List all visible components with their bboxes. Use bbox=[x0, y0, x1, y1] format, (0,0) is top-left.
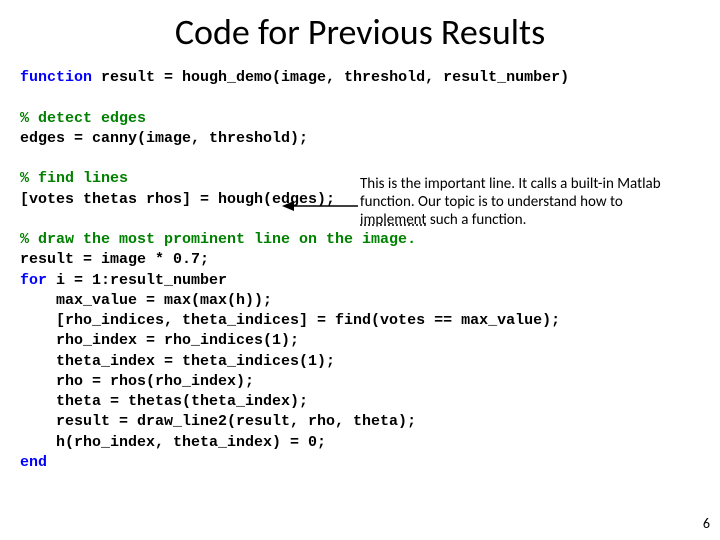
comment-find-lines: % find lines bbox=[20, 170, 128, 187]
code-line: rho = rhos(rho_index); bbox=[20, 373, 254, 390]
code-sig: result = hough_demo(image, threshold, re… bbox=[92, 69, 569, 86]
code-line: theta = thetas(theta_index); bbox=[20, 393, 308, 410]
comment-draw: % draw the most prominent line on the im… bbox=[20, 231, 416, 248]
code-line: result = image * 0.7; bbox=[20, 251, 209, 268]
code-line: [rho_indices, theta_indices] = find(vote… bbox=[20, 312, 560, 329]
code-line: theta_index = theta_indices(1); bbox=[20, 353, 335, 370]
arrow-icon bbox=[282, 199, 358, 213]
code-line: edges = canny(image, threshold); bbox=[20, 130, 308, 147]
code-line: max_value = max(max(h)); bbox=[20, 292, 272, 309]
annotation-text-1: This is the important line. It calls a b… bbox=[360, 175, 661, 211]
code-block: function result = hough_demo(image, thre… bbox=[0, 68, 720, 473]
annotation-text-2: such a function. bbox=[426, 211, 526, 229]
keyword-end: end bbox=[20, 454, 47, 471]
comment-detect-edges: % detect edges bbox=[20, 110, 146, 127]
code-line: i = 1:result_number bbox=[47, 272, 227, 289]
page-number: 6 bbox=[703, 515, 710, 532]
slide-title: Code for Previous Results bbox=[0, 0, 720, 68]
keyword-for: for bbox=[20, 272, 47, 289]
annotation-underlined: implement bbox=[360, 211, 426, 229]
code-line: result = draw_line2(result, rho, theta); bbox=[20, 413, 416, 430]
keyword-function: function bbox=[20, 69, 92, 86]
code-line: h(rho_index, theta_index) = 0; bbox=[20, 434, 326, 451]
annotation-callout: This is the important line. It calls a b… bbox=[360, 175, 690, 229]
code-line: rho_index = rho_indices(1); bbox=[20, 332, 299, 349]
